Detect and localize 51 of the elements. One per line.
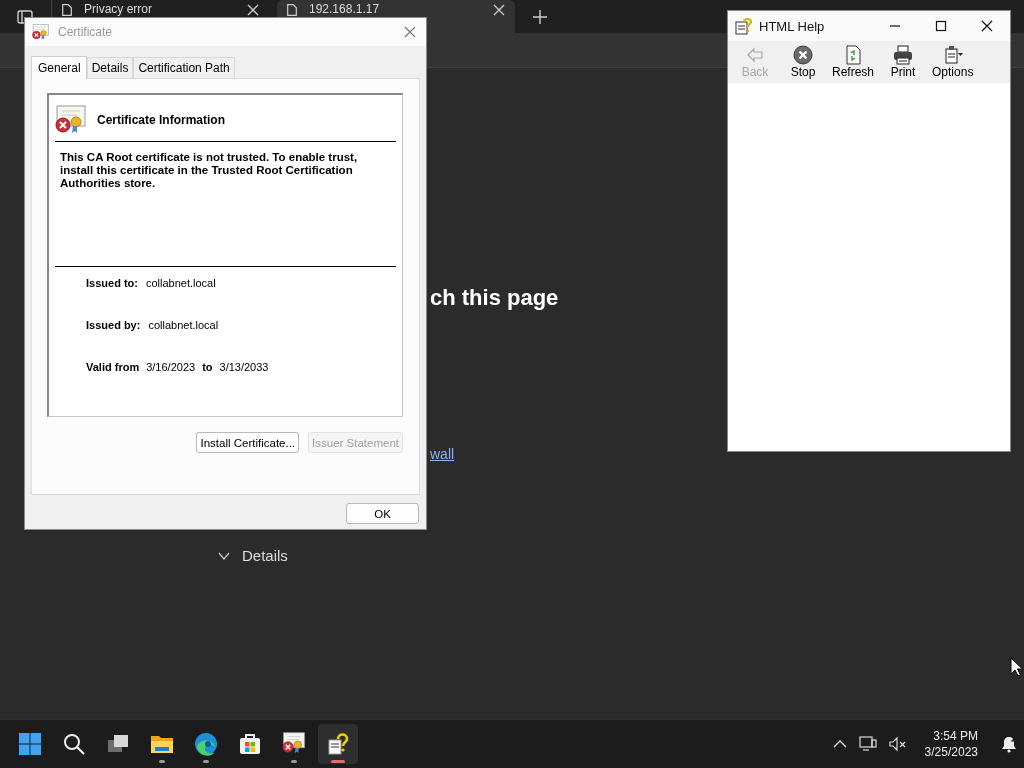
browser-icon (194, 732, 218, 756)
taskbar-clock[interactable]: 3:54 PM 3/25/2023 (918, 728, 984, 760)
store-icon (238, 732, 262, 756)
network-icon[interactable] (858, 736, 877, 752)
certificate-icon (282, 732, 306, 756)
close-icon[interactable] (981, 20, 993, 32)
toolbar-button[interactable]: Print (884, 45, 923, 79)
dialog-tab[interactable]: Details (86, 57, 134, 78)
field-label: Issued by: (86, 319, 141, 333)
field-label: Valid from (86, 361, 140, 375)
ok-button[interactable]: OK (346, 503, 419, 524)
mouse-pointer-icon (1010, 657, 1023, 677)
printer-icon (893, 45, 914, 65)
field-value: collabnet.local (148, 319, 219, 333)
stop-icon (793, 45, 813, 65)
window-title: HTML Help (759, 18, 826, 34)
dialog-tab[interactable]: General (31, 56, 87, 79)
new-tab-icon[interactable] (533, 9, 547, 24)
notification-bell-icon[interactable] (1000, 735, 1018, 753)
help-book-icon (326, 732, 350, 756)
volume-muted-icon[interactable] (888, 736, 907, 752)
page-icon (62, 4, 72, 16)
details-toggle[interactable]: Details (218, 547, 288, 564)
page-icon (287, 4, 297, 16)
refresh-icon (843, 45, 863, 65)
chevron-up-icon[interactable] (832, 740, 847, 748)
field-label: Issued to: (86, 277, 138, 291)
dialog-tab[interactable]: Certification Path (133, 57, 235, 78)
certificate-icon (32, 24, 50, 40)
back-arrow-icon (745, 45, 765, 65)
info-message: This CA Root certificate is not trusted. To enable trust, install this certificate in the Trusted Root Certification Authorities store. (60, 151, 359, 191)
chevron-icon (218, 551, 230, 560)
info-title: Certificate Information (97, 113, 225, 127)
tab-actions-icon[interactable] (17, 8, 33, 25)
field-value: collabnet.local (145, 277, 216, 291)
options-icon (942, 45, 963, 65)
toolbar-button[interactable]: Options (932, 45, 974, 79)
toolbar-button[interactable]: Stop (784, 45, 822, 79)
install-certificate-button[interactable]: Install Certificate... (196, 432, 300, 453)
certificate-error-icon (55, 105, 87, 135)
field-value: 3/13/2033 (219, 361, 269, 375)
help-book-icon (735, 17, 753, 35)
page-heading: ch this page (430, 284, 559, 312)
field-value: 3/16/2023 (146, 361, 196, 375)
toolbar-button[interactable]: Refresh (832, 45, 875, 79)
maximize-icon[interactable] (935, 20, 947, 32)
taskbar-app[interactable] (318, 724, 358, 764)
field-label: to (202, 361, 213, 375)
search-icon (62, 732, 86, 756)
help-link[interactable]: wall (430, 446, 455, 462)
start-icon (18, 732, 42, 756)
